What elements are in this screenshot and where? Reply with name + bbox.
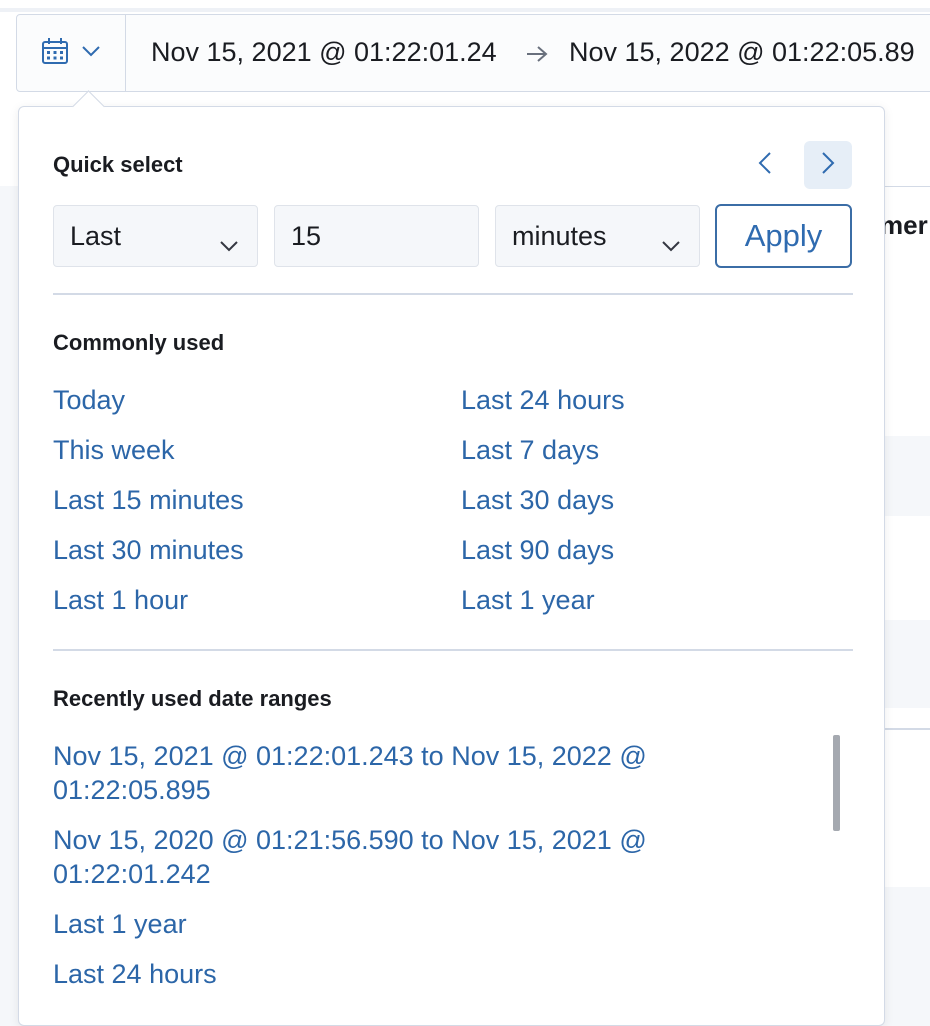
commonly-used-link[interactable]: Last 30 days [461, 483, 614, 517]
chevron-down-icon [661, 228, 681, 259]
date-picker-bar: Nov 15, 2021 @ 01:22:01.24 Nov 15, 2022 … [16, 14, 930, 92]
chevron-down-icon [219, 228, 239, 259]
commonly-used-link[interactable]: Last 1 year [461, 583, 595, 617]
commonly-used-link[interactable]: Last 1 hour [53, 583, 188, 617]
start-date[interactable]: Nov 15, 2021 @ 01:22:01.24 [151, 37, 497, 68]
commonly-used-link[interactable]: Last 15 minutes [53, 483, 244, 517]
commonly-used-link[interactable]: Last 24 hours [461, 383, 625, 417]
unit-value: minutes [512, 220, 607, 251]
top-border-strip [0, 8, 930, 12]
unit-select[interactable]: minutes [495, 205, 700, 267]
direction-value: Last [70, 220, 122, 251]
quick-select-popover: Quick select Last 15 minutes Apply Commo… [18, 90, 885, 1026]
next-period-button[interactable] [804, 141, 852, 189]
apply-button[interactable]: Apply [715, 204, 852, 268]
commonly-used-link[interactable]: Last 90 days [461, 533, 614, 567]
calendar-icon [41, 37, 69, 70]
recent-range-link[interactable]: Nov 15, 2020 @ 01:21:56.590 to Nov 15, 2… [53, 823, 733, 891]
commonly-used-link[interactable]: Today [53, 383, 125, 417]
chevron-down-icon [81, 44, 101, 62]
previous-period-button[interactable] [741, 141, 789, 189]
commonly-used-link[interactable]: Last 30 minutes [53, 533, 244, 567]
quick-menu-button[interactable] [17, 15, 126, 91]
chevron-right-icon [821, 151, 835, 180]
recent-range-link[interactable]: Last 1 year [53, 907, 733, 941]
background-title-fragment: mer [880, 210, 928, 240]
recent-list-scrollbar[interactable] [833, 735, 840, 831]
divider [53, 649, 853, 651]
recent-range-link[interactable]: Last 24 hours [53, 957, 733, 991]
arrow-right-icon [525, 45, 549, 68]
recently-used-title: Recently used date ranges [53, 686, 332, 711]
end-date[interactable]: Nov 15, 2022 @ 01:22:05.89 [569, 37, 915, 68]
quantity-value: 15 [291, 220, 322, 251]
direction-select[interactable]: Last [53, 205, 258, 267]
commonly-used-link[interactable]: This week [53, 433, 175, 467]
quantity-input[interactable]: 15 [274, 205, 479, 267]
commonly-used-title: Commonly used [53, 330, 225, 355]
chevron-left-icon [758, 151, 772, 180]
divider [53, 293, 853, 295]
quick-select-title: Quick select [53, 152, 183, 177]
commonly-used-link[interactable]: Last 7 days [461, 433, 599, 467]
recent-range-link[interactable]: Nov 15, 2021 @ 01:22:01.243 to Nov 15, 2… [53, 739, 733, 807]
